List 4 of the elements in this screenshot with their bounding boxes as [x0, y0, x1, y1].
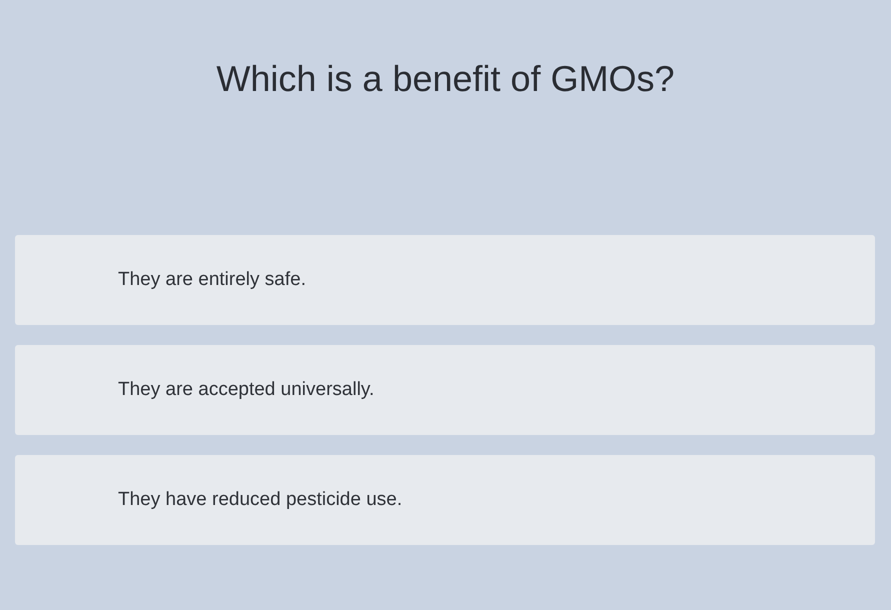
answer-option[interactable]: They are entirely safe.: [15, 235, 875, 325]
answer-option[interactable]: They have reduced pesticide use.: [15, 455, 875, 545]
question-title: Which is a benefit of GMOs?: [216, 57, 675, 101]
answer-option[interactable]: They are accepted universally.: [15, 345, 875, 435]
